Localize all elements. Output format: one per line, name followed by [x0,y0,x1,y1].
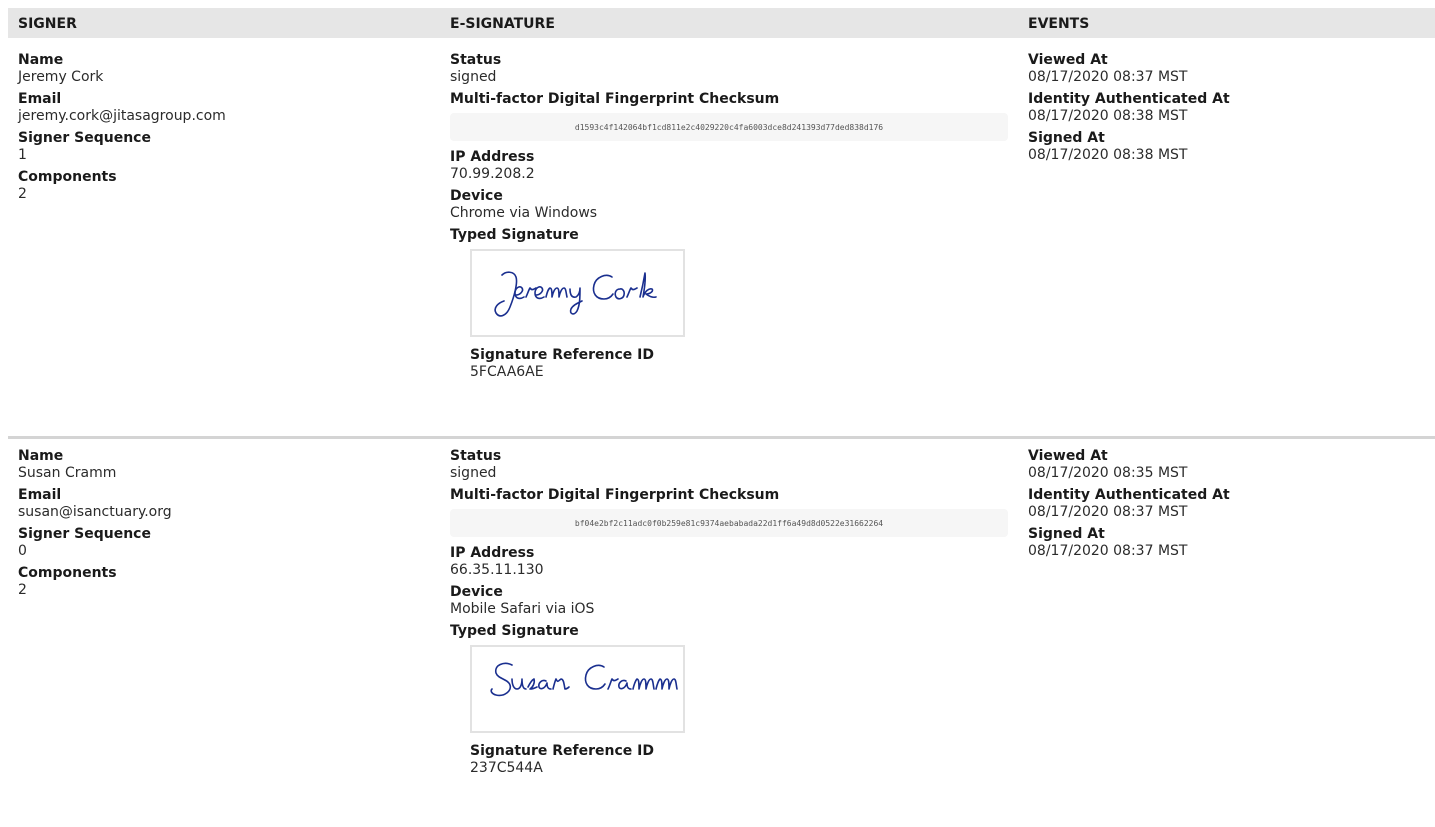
signer-ip: 70.99.208.2 [450,166,535,182]
signature-handwriting-icon [490,662,678,697]
identity-label: Identity Authenticated At [1028,91,1230,107]
ip-label: IP Address [450,149,535,165]
viewed-label: Viewed At [1028,448,1108,464]
signer-components: 2 [18,582,27,598]
typed-signature-label: Typed Signature [450,227,579,243]
signed-label: Signed At [1028,130,1105,146]
table-header: SIGNER E-SIGNATURE EVENTS [8,8,1435,38]
identity-value: 08/17/2020 08:37 MST [1028,504,1188,520]
header-esignature: E-SIGNATURE [450,16,555,32]
row-divider [8,436,1435,439]
signer-status: signed [450,465,497,481]
sequence-label: Signer Sequence [18,526,151,542]
viewed-value: 08/17/2020 08:35 MST [1028,465,1188,481]
identity-value: 08/17/2020 08:38 MST [1028,108,1188,124]
sig-ref-label: Signature Reference ID [470,347,654,363]
signer-info: Name Jeremy Cork Email jeremy.cork@jitasag… [18,52,428,208]
signer-status: signed [450,69,497,85]
signature-image [470,645,685,733]
esignature-info: Status signed Multi-factor Digital Finger… [450,448,1010,777]
esignature-info: Status signed Multi-factor Digital Finger… [450,52,1010,381]
signed-value: 08/17/2020 08:37 MST [1028,543,1188,559]
sig-ref-value: 5FCAA6AE [470,364,544,380]
signer-email: jeremy.cork@jitasagroup.com [18,108,226,124]
signer-ip: 66.35.11.130 [450,562,544,578]
events-info: Viewed At 08/17/2020 08:37 MST Identity A… [1028,52,1428,169]
checksum-value: d1593c4f142064bf1cd811e2c4029220c4fa6003… [450,113,1008,141]
signer-name: Susan Cramm [18,465,117,481]
events-info: Viewed At 08/17/2020 08:35 MST Identity A… [1028,448,1428,565]
header-signer: SIGNER [18,16,77,32]
signer-email: susan@isanctuary.org [18,504,172,520]
identity-label: Identity Authenticated At [1028,487,1230,503]
device-label: Device [450,188,503,204]
signer-sequence: 1 [18,147,27,163]
device-label: Device [450,584,503,600]
signed-label: Signed At [1028,526,1105,542]
components-label: Components [18,565,117,581]
checksum-label: Multi-factor Digital Fingerprint Checksu… [450,91,780,107]
header-events: EVENTS [1028,16,1090,32]
signer-device: Chrome via Windows [450,205,598,221]
signer-name: Jeremy Cork [18,69,104,85]
signer-info: Name Susan Cramm Email susan@isanctuary.or… [18,448,428,604]
sig-ref-value: 237C544A [470,760,543,776]
name-label: Name [18,52,64,68]
sequence-label: Signer Sequence [18,130,151,146]
ip-label: IP Address [450,545,535,561]
signature-image [470,249,685,337]
typed-signature-label: Typed Signature [450,623,579,639]
checksum-label: Multi-factor Digital Fingerprint Checksu… [450,487,780,503]
viewed-label: Viewed At [1028,52,1108,68]
signer-device: Mobile Safari via iOS [450,601,595,617]
email-label: Email [18,487,62,503]
signer-components: 2 [18,186,27,202]
viewed-value: 08/17/2020 08:37 MST [1028,69,1188,85]
sig-ref-label: Signature Reference ID [470,743,654,759]
checksum-value: bf04e2bf2c11adc0f0b259e81c9374aebabada22… [450,509,1008,537]
signature-handwriting-icon [494,271,657,317]
signer-sequence: 0 [18,543,27,559]
status-label: Status [450,52,502,68]
name-label: Name [18,448,64,464]
email-label: Email [18,91,62,107]
status-label: Status [450,448,502,464]
components-label: Components [18,169,117,185]
signed-value: 08/17/2020 08:38 MST [1028,147,1188,163]
